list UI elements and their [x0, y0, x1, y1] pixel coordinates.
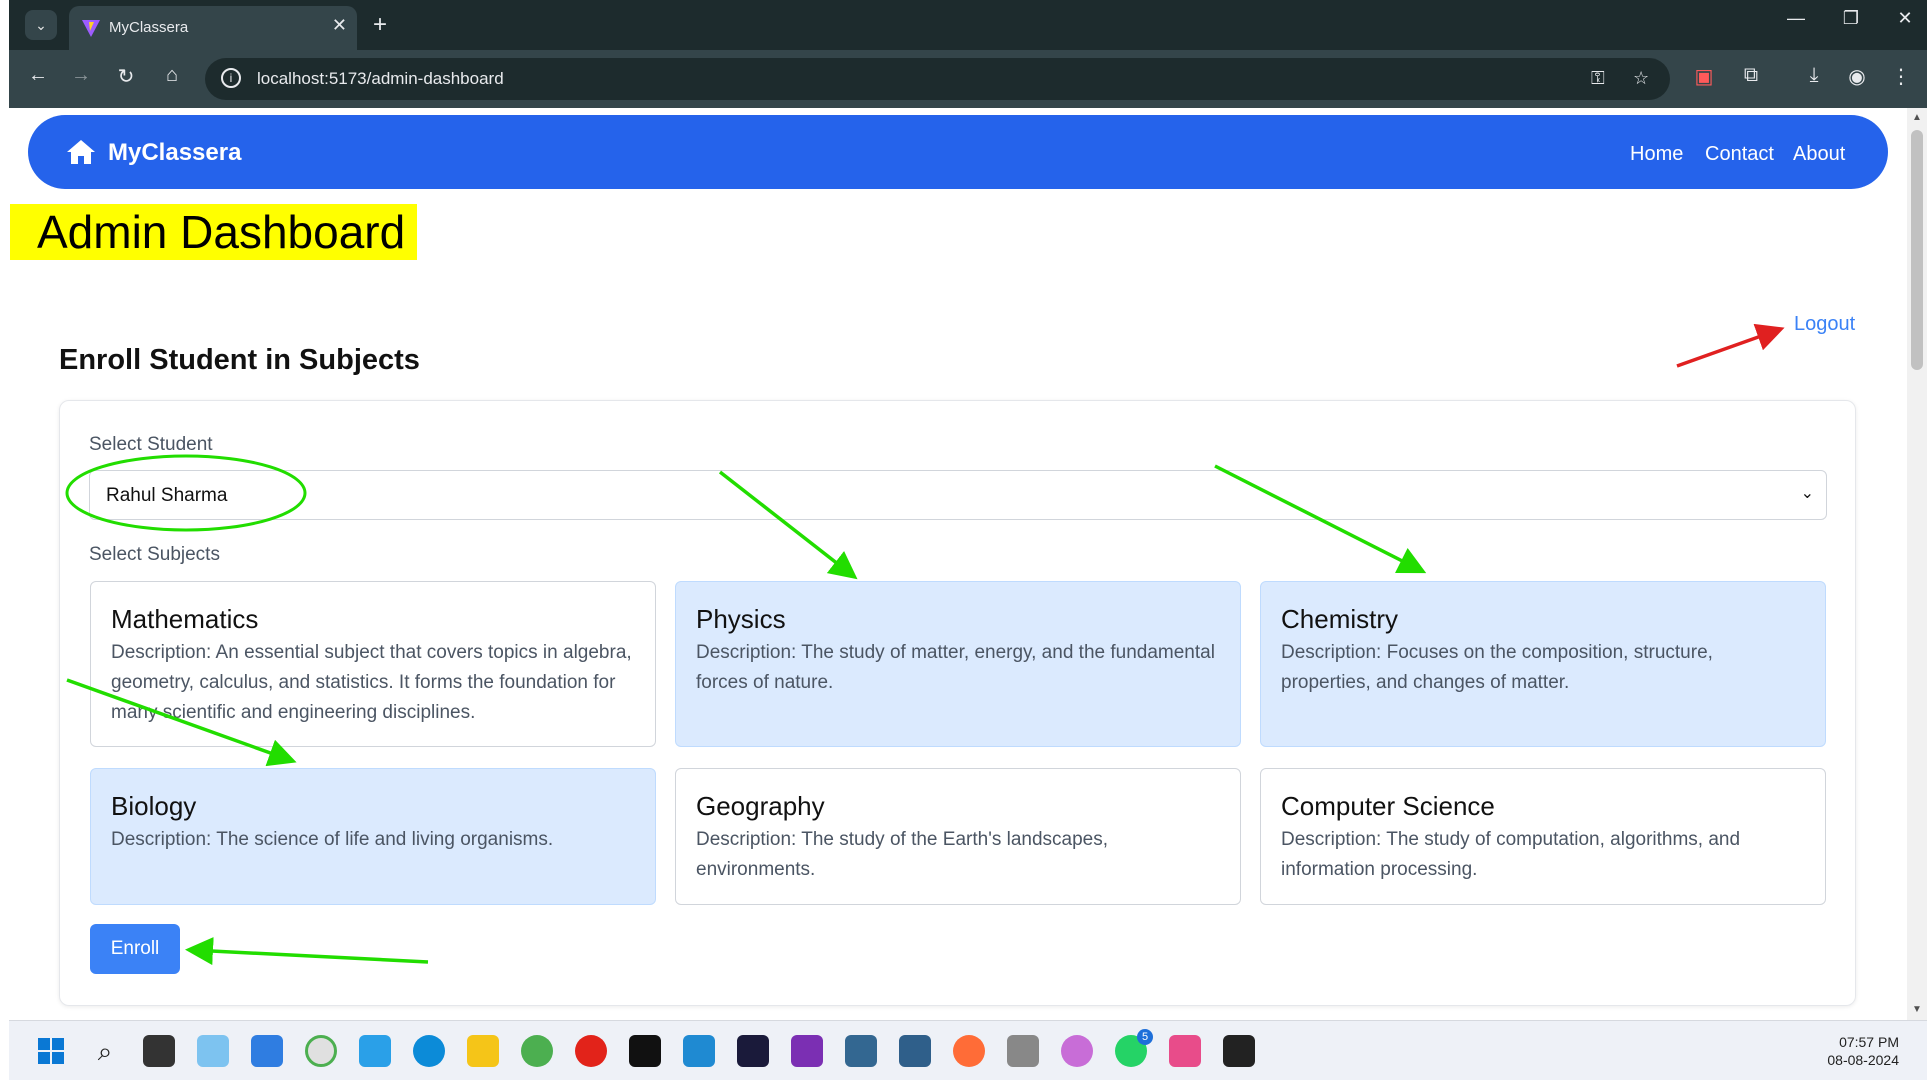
page-title: Admin Dashboard	[30, 204, 418, 260]
task-view-icon[interactable]	[143, 1035, 175, 1067]
page-scrollbar[interactable]: ▲ ▼	[1907, 108, 1927, 1020]
browser-tab[interactable]: MyClassera ✕	[69, 6, 357, 50]
subject-name: Biology	[111, 791, 197, 821]
clock-date: 08-08-2024	[1827, 1052, 1899, 1068]
window-close-icon[interactable]: ✕	[1885, 8, 1925, 29]
edge-icon[interactable]	[413, 1035, 445, 1067]
system-clock[interactable]: 07:57 PM 08-08-2024	[1827, 1033, 1899, 1069]
mysql-workbench-icon[interactable]	[899, 1035, 931, 1067]
scroll-up-icon[interactable]: ▲	[1912, 112, 1922, 123]
todo-icon[interactable]	[251, 1035, 283, 1067]
opera-icon[interactable]	[575, 1035, 607, 1067]
logout-link[interactable]: Logout	[1794, 313, 1855, 336]
clock-time: 07:57 PM	[1839, 1034, 1899, 1050]
subject-card-physics[interactable]: Physics Description: The study of matter…	[675, 581, 1241, 747]
vscode-icon[interactable]	[683, 1035, 715, 1067]
subject-description: Description: An essential subject that c…	[111, 642, 632, 723]
address-bar[interactable]: i localhost:5173/admin-dashboard ⚿ ☆	[205, 58, 1670, 100]
subject-description: Description: The study of computation, a…	[1281, 829, 1741, 880]
tab-title: MyClassera	[109, 19, 189, 36]
restore-icon[interactable]: ❐	[1831, 8, 1871, 29]
nav-link-contact[interactable]: Contact	[1705, 143, 1774, 166]
search-icon[interactable]: ⌕	[89, 1035, 121, 1067]
app-icon[interactable]	[1061, 1035, 1093, 1067]
home-icon[interactable]: ⌂	[157, 64, 187, 87]
web-page: MyClassera Home Contact About Admin Dash…	[9, 108, 1907, 1020]
intellij-icon[interactable]	[737, 1035, 769, 1067]
vite-favicon-icon	[82, 20, 100, 37]
subject-name: Mathematics	[111, 604, 259, 634]
site-info-icon[interactable]: i	[221, 68, 241, 88]
subject-card-geography[interactable]: Geography Description: The study of the …	[675, 768, 1241, 905]
postgres-icon[interactable]	[845, 1035, 877, 1067]
chrome-icon[interactable]	[305, 1035, 337, 1067]
subject-name: Physics	[696, 604, 786, 634]
student-select[interactable]: Rahul Sharma ⌄	[89, 470, 1827, 520]
terminal-icon[interactable]	[1223, 1035, 1255, 1067]
subject-card-computer-science[interactable]: Computer Science Description: The study …	[1260, 768, 1826, 905]
nav-link-about[interactable]: About	[1793, 143, 1845, 166]
onenote-icon[interactable]	[791, 1035, 823, 1067]
subjects-label: Select Subjects	[89, 544, 220, 565]
minimize-icon[interactable]: —	[1776, 8, 1816, 29]
brand-name[interactable]: MyClassera	[108, 139, 241, 167]
browser-toolbar: ← → ↻ ⌂ i localhost:5173/admin-dashboard…	[9, 50, 1927, 108]
chrome-alt-icon[interactable]	[521, 1035, 553, 1067]
profile-avatar-icon[interactable]: ◉	[1842, 64, 1872, 89]
subject-name: Chemistry	[1281, 604, 1399, 634]
site-navbar: MyClassera Home Contact About	[28, 115, 1888, 189]
calculator-icon[interactable]	[1007, 1035, 1039, 1067]
subject-card-biology[interactable]: Biology Description: The science of life…	[90, 768, 656, 905]
extensions-puzzle-icon[interactable]: ⧉	[1736, 64, 1766, 87]
chevron-down-icon: ⌄	[1800, 485, 1814, 502]
windows-taskbar: ⌕ 5 07:57 PM 08-08-2024	[9, 1020, 1927, 1080]
subject-name: Geography	[696, 791, 825, 821]
student-select-value: Rahul Sharma	[106, 485, 228, 506]
tab-search-dropdown[interactable]: ⌄	[25, 10, 57, 40]
url-text[interactable]: localhost:5173/admin-dashboard	[257, 69, 504, 89]
home-icon[interactable]	[66, 139, 96, 165]
scroll-thumb[interactable]	[1911, 130, 1923, 370]
password-key-icon[interactable]: ⚿	[1591, 68, 1605, 89]
bookmark-star-icon[interactable]: ☆	[1633, 68, 1649, 89]
notion-icon[interactable]	[629, 1035, 661, 1067]
download-icon[interactable]: ⤓	[1799, 64, 1829, 87]
subject-description: Description: Focuses on the composition,…	[1281, 642, 1713, 693]
tab-close-icon[interactable]: ✕	[332, 15, 347, 36]
subject-description: Description: The science of life and liv…	[111, 829, 554, 850]
section-title: Enroll Student in Subjects	[59, 344, 420, 376]
subject-description: Description: The study of the Earth's la…	[696, 829, 1108, 880]
subject-card-mathematics[interactable]: Mathematics Description: An essential su…	[90, 581, 656, 747]
postman-icon[interactable]	[953, 1035, 985, 1067]
browser-tabbar: ⌄ MyClassera ✕ + — ❐ ✕	[9, 0, 1927, 50]
back-icon[interactable]: ←	[23, 64, 53, 87]
windows-start-icon[interactable]	[35, 1035, 67, 1067]
new-tab-button[interactable]: +	[373, 10, 387, 40]
forward-icon[interactable]: →	[66, 64, 96, 87]
whatsapp-icon[interactable]: 5	[1115, 1029, 1153, 1067]
subject-name: Computer Science	[1281, 791, 1495, 821]
notepad-icon[interactable]	[359, 1035, 391, 1067]
extension-red-icon[interactable]: ▣	[1689, 64, 1719, 89]
browser-menu-icon[interactable]: ⋮	[1886, 64, 1916, 89]
widgets-icon[interactable]	[197, 1035, 229, 1067]
file-explorer-icon[interactable]	[467, 1035, 499, 1067]
student-label: Select Student	[89, 434, 213, 455]
subject-description: Description: The study of matter, energy…	[696, 642, 1215, 693]
subject-card-chemistry[interactable]: Chemistry Description: Focuses on the co…	[1260, 581, 1826, 747]
nav-link-home[interactable]: Home	[1630, 143, 1683, 166]
whatsapp-badge: 5	[1137, 1029, 1153, 1045]
snipping-tool-icon[interactable]	[1169, 1035, 1201, 1067]
reload-icon[interactable]: ↻	[111, 64, 141, 89]
enroll-button[interactable]: Enroll	[90, 924, 180, 974]
scroll-down-icon[interactable]: ▼	[1912, 1004, 1922, 1015]
